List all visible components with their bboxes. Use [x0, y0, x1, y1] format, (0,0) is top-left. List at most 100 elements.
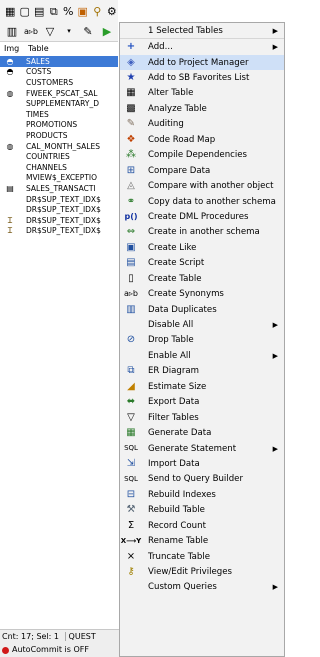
menu-item-create-like[interactable]: ▣ Create Like	[120, 240, 284, 255]
roadmap-icon: ❖	[126, 133, 136, 145]
menu-item-generate-data[interactable]: ▦ Generate Data	[120, 425, 284, 440]
wrench-icon[interactable]: ✎	[80, 24, 96, 40]
menu-item-data-duplicates[interactable]: ▥ Data Duplicates	[120, 302, 284, 317]
menu-item-add-to-project-manager[interactable]: ◈ Add to Project Manager	[120, 54, 284, 71]
table-row[interactable]: PROMOTIONS	[0, 120, 118, 131]
menu-item-view-edit-privileges[interactable]: ⚷ View/Edit Privileges	[120, 564, 284, 579]
table-row[interactable]: DR$SUP_TEXT_IDX$	[0, 194, 118, 205]
sigma-icon: Σ	[127, 519, 135, 531]
percent-icon[interactable]: %	[62, 3, 75, 19]
filter-icon[interactable]: ▽	[42, 24, 58, 40]
er-icon: ⧉	[127, 365, 135, 377]
left-panel: ▦ ▢ ▤ ⧉ % ▣ ⚲ ⚙ ▥ a▹b ▽ ▾ ✎ ▶ Img Table …	[0, 0, 120, 657]
generate-icon: ▦	[126, 427, 136, 439]
submenu-arrow-icon: ▶	[272, 583, 278, 592]
partition-icon: ◍	[6, 88, 14, 98]
menu-item-create-in-schema[interactable]: ⇔ Create in another schema	[120, 225, 284, 240]
table-row[interactable]: ▤ SALES_TRANSACTI	[0, 183, 118, 194]
open-icon[interactable]: ▤	[33, 3, 46, 19]
menu-item-create-script[interactable]: ▤ Create Script	[120, 256, 284, 271]
copy-icon[interactable]: ⧉	[48, 3, 61, 19]
menu-item-truncate-table[interactable]: ⨯ Truncate Table	[120, 549, 284, 564]
menu-item-add-to-favorites[interactable]: ★ Add to SB Favorites List	[120, 70, 284, 85]
menu-item-selected-tables[interactable]: 1 Selected Tables ▶	[120, 23, 284, 40]
table-row[interactable]: Ɪ DR$SUP_TEXT_IDX$	[0, 215, 118, 226]
ab-icon[interactable]: a▹b	[23, 24, 39, 40]
compare-data-icon: ⊞	[126, 164, 136, 176]
table-row[interactable]: CHANNELS	[0, 162, 118, 173]
plus-icon: +	[126, 41, 136, 53]
project-icon: ◈	[127, 56, 135, 68]
menu-item-rebuild-indexes[interactable]: ⊟ Rebuild Indexes	[120, 487, 284, 502]
table-row[interactable]: CUSTOMERS	[0, 77, 118, 88]
statement-icon: SQL	[124, 444, 138, 453]
menu-item-filter-tables[interactable]: ▽ Filter Tables	[120, 410, 284, 425]
autocommit-bar[interactable]: AutoCommit is OFF	[0, 643, 120, 657]
dml-icon: p()	[124, 211, 138, 221]
new-icon[interactable]: ▢	[19, 3, 32, 19]
menu-item-create-synonyms[interactable]: a▹b Create Synonyms	[120, 286, 284, 301]
run-icon[interactable]: ▣	[77, 3, 90, 19]
menu-item-er-diagram[interactable]: ⧉ ER Diagram	[120, 364, 284, 379]
autocommit-status: AutoCommit is OFF	[12, 645, 89, 654]
submenu-arrow-icon: ▶	[272, 26, 278, 35]
star-icon: ★	[126, 72, 136, 84]
menu-item-alter-table[interactable]: ▦ Alter Table	[120, 86, 284, 101]
menu-item-compare-data[interactable]: ⊞ Compare Data	[120, 163, 284, 178]
table-row[interactable]: ◓ COSTS	[0, 67, 118, 78]
table-row[interactable]: ◓ SALES	[0, 56, 118, 67]
search-icon[interactable]: ⚲	[91, 3, 104, 19]
col-img-header[interactable]: Img	[0, 44, 28, 56]
menu-item-create-table[interactable]: ▯ Create Table	[120, 271, 284, 286]
count-status: Cnt: 17; Sel: 1	[2, 632, 59, 641]
table-row[interactable]: SUPPLEMENTARY_D	[0, 98, 118, 109]
estimate-icon: ◢	[127, 380, 135, 392]
filter-icon: ▽	[127, 411, 135, 423]
menu-item-estimate-size[interactable]: ◢ Estimate Size	[120, 379, 284, 394]
create-like-icon: ▣	[126, 241, 136, 253]
menu-item-custom-queries[interactable]: Custom Queries ▶	[120, 580, 284, 595]
dropdown-icon[interactable]: ▾	[61, 24, 77, 40]
table-row[interactable]: COUNTRIES	[0, 151, 118, 162]
menu-item-analyze-table[interactable]: ▩ Analyze Table	[120, 101, 284, 116]
autocommit-off-icon	[2, 646, 9, 654]
table-row[interactable]: TIMES	[0, 109, 118, 120]
analyze-icon: ▩	[126, 102, 136, 114]
submenu-arrow-icon: ▶	[272, 43, 278, 52]
menu-item-auditing[interactable]: ✎ Auditing	[120, 117, 284, 132]
context-menu: 1 Selected Tables ▶ + Add... ▶ ◈ Add to Proj…	[119, 22, 285, 657]
table-row[interactable]: ◍ CAL_MONTH_SALES	[0, 141, 118, 152]
menu-item-add[interactable]: + Add... ▶	[120, 39, 284, 54]
grid-icon[interactable]: ▥	[4, 24, 20, 40]
menu-item-rename-table[interactable]: X⟶Y Rename Table	[120, 533, 284, 548]
menu-item-create-dml[interactable]: p() Create DML Procedures	[120, 209, 284, 224]
menu-item-enable-all[interactable]: Enable All ▶	[120, 348, 284, 363]
menu-item-import-data[interactable]: ⇲ Import Data	[120, 456, 284, 471]
menu-item-code-road-map[interactable]: ❖ Code Road Map	[120, 132, 284, 147]
menu-item-compile-dependencies[interactable]: ⁂ Compile Dependencies	[120, 148, 284, 163]
play-icon[interactable]: ▶	[99, 24, 115, 40]
table-row[interactable]: PRODUCTS	[0, 130, 118, 141]
rebuild-table-icon: ⚒	[126, 504, 136, 516]
menu-item-disable-all[interactable]: Disable All ▶	[120, 317, 284, 332]
tools-icon[interactable]: ⚙	[106, 3, 119, 19]
table-row[interactable]: MVIEW$_EXCEPTIO	[0, 173, 118, 184]
duplicates-icon: ▥	[126, 303, 136, 315]
table-row[interactable]: Ɪ DR$SUP_TEXT_IDX$	[0, 226, 118, 237]
col-table-header[interactable]: Table	[28, 44, 49, 56]
submenu-arrow-icon: ▶	[272, 444, 278, 453]
menu-item-rebuild-table[interactable]: ⚒ Rebuild Table	[120, 503, 284, 518]
menu-item-export-data[interactable]: ⬌ Export Data	[120, 395, 284, 410]
table-row[interactable]: ◍ FWEEK_PSCAT_SAL	[0, 88, 118, 99]
menu-item-drop-table[interactable]: ⊘ Drop Table	[120, 333, 284, 348]
drop-icon: ⊘	[126, 334, 136, 346]
menu-item-send-to-query-builder[interactable]: SQL Send to Query Builder	[120, 472, 284, 487]
table-icon[interactable]: ▦	[4, 3, 17, 19]
menu-item-compare-object[interactable]: ◬ Compare with another object	[120, 178, 284, 193]
truncate-icon: ⨯	[126, 550, 136, 562]
menu-item-record-count[interactable]: Σ Record Count	[120, 518, 284, 533]
table-row[interactable]: DR$SUP_TEXT_IDX$	[0, 204, 118, 215]
menu-item-generate-statement[interactable]: SQL Generate Statement ▶	[120, 441, 284, 456]
menu-item-copy-data[interactable]: ⚭ Copy data to another schema	[120, 194, 284, 209]
table-icon: ◓	[6, 56, 14, 66]
